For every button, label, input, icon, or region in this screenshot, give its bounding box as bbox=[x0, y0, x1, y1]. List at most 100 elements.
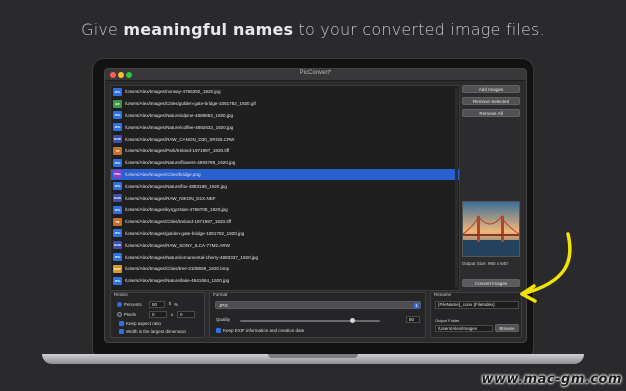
output-size-label: Output Size: 960 x 640 bbox=[462, 261, 508, 266]
keep-exif-label: Keep EXIF information and creation date bbox=[223, 328, 305, 333]
headline-text: Give bbox=[81, 20, 124, 39]
keep-ratio-label: Keep aspect ratio bbox=[126, 321, 162, 326]
file-type-icon: JPG bbox=[113, 229, 122, 238]
file-type-icon: JPG bbox=[113, 111, 122, 120]
rename-label: Rename bbox=[434, 292, 452, 297]
file-row[interactable]: RAW/Users/Alex/Images/RAW_CANON_D30_SRGB… bbox=[111, 133, 459, 145]
options-area: Resize Percents 50 ⬍ % Pixels 0 x 0 Keep… bbox=[110, 292, 523, 339]
file-row[interactable]: JPG/Users/Alex/Images/Nature/flowers-489… bbox=[111, 157, 459, 169]
file-type-icon: RAW bbox=[113, 135, 122, 144]
percent-input[interactable]: 50 bbox=[149, 301, 165, 308]
file-row[interactable]: GIF/Users/Alex/Images/Cities/golden-gate… bbox=[111, 98, 459, 110]
browse-button[interactable]: Browse bbox=[495, 324, 519, 332]
quality-slider-knob[interactable] bbox=[350, 318, 355, 323]
file-path: /Users/Alex/Images/Cities/Ireland-197199… bbox=[125, 219, 232, 225]
remove-all-button[interactable]: Remove All bbox=[462, 109, 520, 117]
file-path: /Users/Alex/Images/Nature/coffee-4882632… bbox=[125, 124, 234, 130]
file-path: /Users/Alex/Images/Cities/golden-gate-br… bbox=[125, 101, 256, 107]
file-path: /Users/Alex/Images/Cities/tree-3108559_1… bbox=[125, 266, 230, 272]
file-row[interactable]: JPG/Users/Alex/Images/golden-gate-bridge… bbox=[111, 228, 459, 240]
file-path: /Users/Alex/Images/Nature/ornamental-che… bbox=[125, 254, 259, 260]
keep-ratio-checkbox[interactable] bbox=[119, 321, 124, 326]
file-list[interactable]: JPG/Users/Alex/Images/norway-4766392_192… bbox=[110, 85, 460, 291]
file-list-scrollbar[interactable] bbox=[455, 88, 458, 288]
file-path: /Users/Alex/Images/kyrgyzstan-4766708_19… bbox=[125, 207, 228, 213]
rename-pattern-input[interactable]: {FileName}_conv {FileIndex} bbox=[435, 301, 519, 309]
file-type-icon: TIF bbox=[113, 146, 122, 155]
file-type-icon: PNG bbox=[113, 170, 122, 179]
file-path: /Users/Alex/Images/RAW_SONY_ILCA-77M2.AR… bbox=[125, 242, 230, 248]
format-label: Format bbox=[213, 292, 228, 297]
dimension-separator: x bbox=[171, 312, 174, 317]
quality-slider[interactable] bbox=[240, 318, 380, 323]
file-type-icon: JPG bbox=[113, 87, 122, 96]
headline-emphasis: meaningful names bbox=[123, 20, 294, 39]
format-panel: Format JPG ⇕ Quality 80 Keep EXIF inform… bbox=[209, 292, 426, 338]
file-row[interactable]: BMP/Users/Alex/Images/Cities/tree-310855… bbox=[111, 263, 459, 275]
quality-input[interactable]: 80 bbox=[406, 316, 420, 323]
file-row[interactable]: JPG/Users/Alex/Images/Nature/fox-4883199… bbox=[111, 180, 459, 192]
pixels-radio[interactable] bbox=[117, 312, 122, 317]
quality-label: Quality bbox=[216, 317, 231, 322]
percents-radio[interactable] bbox=[117, 302, 122, 307]
file-type-icon: JPG bbox=[113, 123, 122, 132]
percents-label: Percents bbox=[124, 302, 142, 307]
largest-dimension-label: Width is the largest dimension bbox=[126, 329, 187, 334]
file-path: /Users/Alex/Images/Park/Ireland-1971997_… bbox=[125, 148, 230, 154]
file-type-icon: RAW bbox=[113, 194, 122, 203]
file-row[interactable]: JPG/Users/Alex/Images/Nature/lake-484166… bbox=[111, 275, 459, 287]
file-row[interactable]: JPG/Users/Alex/Images/kyrgyzstan-4766708… bbox=[111, 204, 459, 216]
file-type-icon: JPG bbox=[113, 205, 122, 214]
file-type-icon: BMP bbox=[113, 264, 122, 273]
output-folder-label: Output Folder bbox=[435, 318, 460, 323]
format-select-value: JPG bbox=[219, 303, 228, 308]
file-row[interactable]: TIF/Users/Alex/Images/Park/Ireland-19719… bbox=[111, 145, 459, 157]
rename-panel: Rename {FileName}_conv {FileIndex} Outpu… bbox=[430, 292, 522, 338]
remove-selected-button[interactable]: Remove Selected bbox=[462, 97, 520, 105]
add-images-button[interactable]: Add Images bbox=[462, 85, 520, 93]
file-path: /Users/Alex/Images/Nature/flowers-489378… bbox=[125, 160, 236, 166]
file-path: /Users/Alex/Images/Cities/bridge.png bbox=[125, 171, 201, 177]
pixels-label: Pixels bbox=[124, 312, 137, 317]
file-row[interactable]: JPG/Users/Alex/Images/norway-4766392_192… bbox=[111, 86, 459, 98]
yellow-arrow-icon bbox=[520, 232, 572, 303]
percent-stepper-icon[interactable]: ⬍ bbox=[168, 301, 172, 307]
file-row[interactable]: JPG/Users/Alex/Images/Nature/coffee-4882… bbox=[111, 121, 459, 133]
file-row[interactable]: JPG/Users/Alex/Images/Nature/ornamental-… bbox=[111, 251, 459, 263]
headline: Give meaningful names to your converted … bbox=[0, 20, 626, 39]
file-path: /Users/Alex/Images/Nature/lake-4841664_1… bbox=[125, 278, 230, 284]
resize-label: Resize bbox=[114, 292, 128, 297]
headline-text-end: to your converted image files. bbox=[293, 20, 545, 39]
resize-panel: Resize Percents 50 ⬍ % Pixels 0 x 0 Keep… bbox=[110, 292, 205, 338]
file-row[interactable]: RAW/Users/Alex/Images/RAW_SONY_ILCA-77M2… bbox=[111, 239, 459, 251]
file-type-icon: JPG bbox=[113, 276, 122, 285]
file-row[interactable]: JPG/Users/Alex/Images/Nature/alpine-4869… bbox=[111, 110, 459, 122]
height-input[interactable]: 0 bbox=[177, 311, 195, 318]
file-row[interactable]: RAW/Users/Alex/Images/RAW_NIKON_D1X.NEF bbox=[111, 192, 459, 204]
largest-dimension-checkbox[interactable] bbox=[119, 329, 124, 334]
watermark: www.mac-gm.com bbox=[481, 372, 622, 387]
app-window: PicConvert* JPG/Users/Alex/Images/norway… bbox=[104, 68, 527, 343]
file-path: /Users/Alex/Images/RAW_CANON_D30_SRGB.CR… bbox=[125, 136, 235, 142]
file-type-icon: RAW bbox=[113, 241, 122, 250]
chevron-updown-icon: ⇕ bbox=[414, 303, 419, 308]
format-select[interactable]: JPG ⇕ bbox=[215, 301, 421, 309]
file-path: /Users/Alex/Images/RAW_NIKON_D1X.NEF bbox=[125, 195, 216, 201]
file-path: /Users/Alex/Images/Nature/alpine-4869863… bbox=[125, 112, 234, 118]
laptop-notch bbox=[268, 354, 358, 358]
file-type-icon: JPG bbox=[113, 182, 122, 191]
file-type-icon: JPG bbox=[113, 158, 122, 167]
file-path: /Users/Alex/Images/Nature/fox-4883199_19… bbox=[125, 183, 227, 189]
file-path: /Users/Alex/Images/golden-gate-bridge-10… bbox=[125, 230, 245, 236]
output-folder-input[interactable]: /Users/Alex/Images bbox=[435, 325, 493, 332]
window-title: PicConvert* bbox=[299, 70, 332, 76]
file-row[interactable]: PNG/Users/Alex/Images/Cities/bridge.png bbox=[111, 168, 459, 181]
percent-unit: % bbox=[174, 302, 179, 307]
keep-exif-checkbox[interactable] bbox=[216, 328, 221, 333]
window-titlebar: PicConvert* bbox=[105, 69, 526, 81]
file-type-icon: TIF bbox=[113, 217, 122, 226]
file-type-icon: GIF bbox=[113, 99, 122, 108]
width-input[interactable]: 0 bbox=[149, 311, 167, 318]
file-row[interactable]: TIF/Users/Alex/Images/Cities/Ireland-197… bbox=[111, 216, 459, 228]
file-type-icon: JPG bbox=[113, 253, 122, 262]
